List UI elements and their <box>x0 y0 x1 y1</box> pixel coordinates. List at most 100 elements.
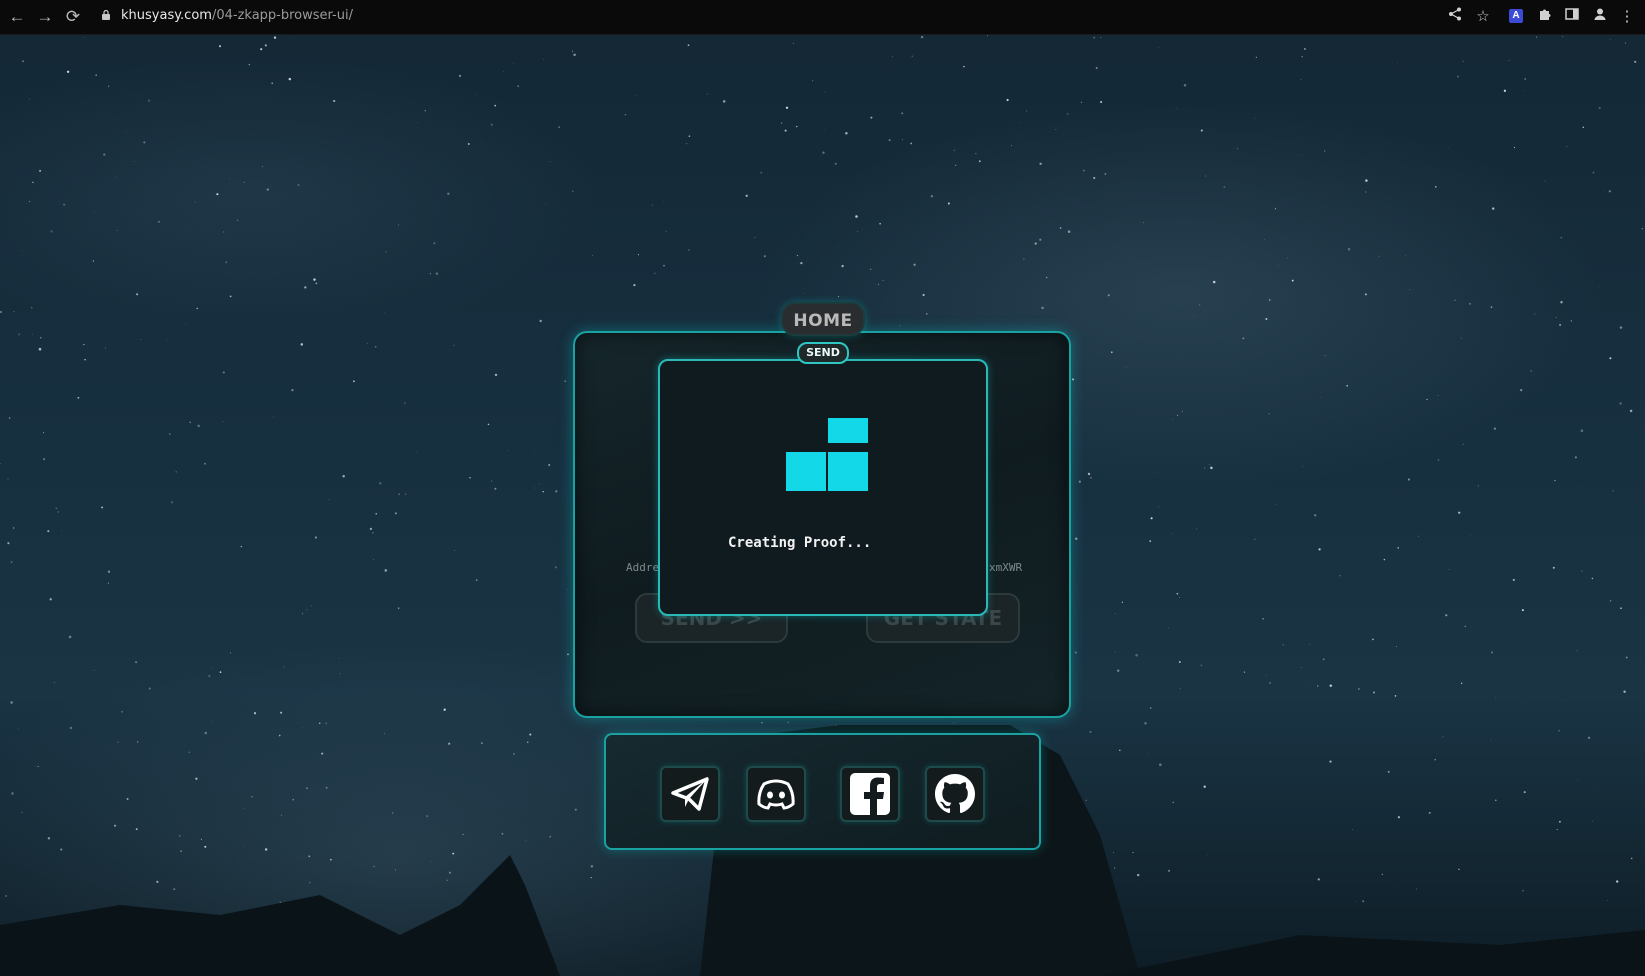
star <box>204 845 207 848</box>
star <box>92 260 95 262</box>
star <box>1116 669 1120 672</box>
star <box>328 498 330 500</box>
star <box>1428 811 1431 814</box>
star <box>93 670 95 671</box>
reload-icon[interactable]: ⟳ <box>62 6 84 28</box>
star <box>137 741 139 743</box>
star <box>43 458 46 461</box>
star <box>481 742 483 744</box>
star <box>911 55 913 57</box>
star <box>1462 174 1463 176</box>
star <box>300 343 304 346</box>
star <box>204 731 207 735</box>
star <box>1113 852 1114 854</box>
github-button[interactable] <box>925 766 985 822</box>
star <box>1580 429 1584 432</box>
star <box>136 293 139 296</box>
star <box>424 110 426 112</box>
star <box>37 765 39 768</box>
profile-avatar-icon[interactable] <box>1590 7 1610 27</box>
star <box>549 836 551 838</box>
star <box>219 671 222 673</box>
star <box>18 333 21 336</box>
share-icon[interactable] <box>1445 7 1465 27</box>
star <box>315 282 318 285</box>
star <box>1082 169 1085 172</box>
star <box>1200 129 1203 132</box>
star <box>454 549 455 551</box>
menu-kebab-icon[interactable]: ⋮ <box>1617 7 1637 27</box>
star <box>39 336 42 339</box>
star <box>785 106 789 110</box>
send-tab[interactable]: SEND <box>797 342 849 364</box>
star <box>292 798 294 801</box>
address-label: Addre <box>626 561 660 574</box>
star <box>1468 302 1471 305</box>
star <box>1577 779 1579 781</box>
star <box>1347 247 1351 251</box>
star <box>21 811 23 814</box>
star <box>435 272 439 275</box>
star <box>10 701 13 704</box>
star <box>567 589 568 591</box>
star <box>1397 816 1400 819</box>
star <box>39 169 42 172</box>
star <box>218 45 222 48</box>
star <box>1080 101 1083 104</box>
discord-icon <box>757 779 795 810</box>
star <box>963 65 965 68</box>
star <box>1143 222 1145 224</box>
star <box>554 566 558 569</box>
star <box>447 192 450 195</box>
star <box>688 135 691 138</box>
star <box>402 793 403 795</box>
star <box>763 255 766 258</box>
star <box>1087 472 1091 476</box>
star <box>417 121 419 123</box>
telegram-button[interactable] <box>660 766 720 822</box>
star <box>1154 472 1155 474</box>
star <box>1303 47 1306 51</box>
star <box>1490 651 1493 654</box>
star <box>1530 370 1532 372</box>
home-tab[interactable]: HOME <box>781 302 865 336</box>
star <box>22 60 24 62</box>
status-text: Creating Proof... <box>728 535 872 551</box>
star <box>1172 532 1173 534</box>
bookmark-star-icon[interactable]: ☆ <box>1473 7 1493 27</box>
star <box>1409 289 1411 291</box>
star <box>1041 306 1044 310</box>
star <box>953 149 955 151</box>
star <box>476 94 477 95</box>
star <box>1268 413 1270 415</box>
star <box>101 506 104 509</box>
star <box>1078 480 1081 483</box>
star <box>1288 807 1289 809</box>
star <box>251 796 253 798</box>
facebook-button[interactable] <box>840 766 900 822</box>
star <box>1397 547 1399 549</box>
star <box>306 609 308 611</box>
star <box>1442 736 1444 738</box>
star <box>882 279 884 282</box>
extension-icon[interactable]: A <box>1509 9 1523 23</box>
address-bar[interactable]: khusyasy.com/04-zkapp-browser-ui/ <box>121 8 353 23</box>
star <box>1623 690 1626 693</box>
puzzle-extensions-icon[interactable] <box>1535 7 1555 27</box>
star <box>686 143 688 145</box>
star <box>10 561 13 563</box>
forward-arrow-icon[interactable]: → <box>34 6 56 28</box>
star <box>784 129 787 132</box>
star <box>1067 230 1071 233</box>
side-panel-icon[interactable] <box>1562 7 1582 27</box>
discord-button[interactable] <box>746 766 806 822</box>
star <box>1183 84 1187 87</box>
star <box>1329 760 1332 763</box>
star <box>564 380 567 383</box>
star <box>63 203 66 206</box>
star <box>29 98 30 100</box>
star <box>1095 67 1098 69</box>
back-arrow-icon[interactable]: ← <box>6 6 28 28</box>
star <box>1300 154 1301 156</box>
star <box>954 164 957 167</box>
